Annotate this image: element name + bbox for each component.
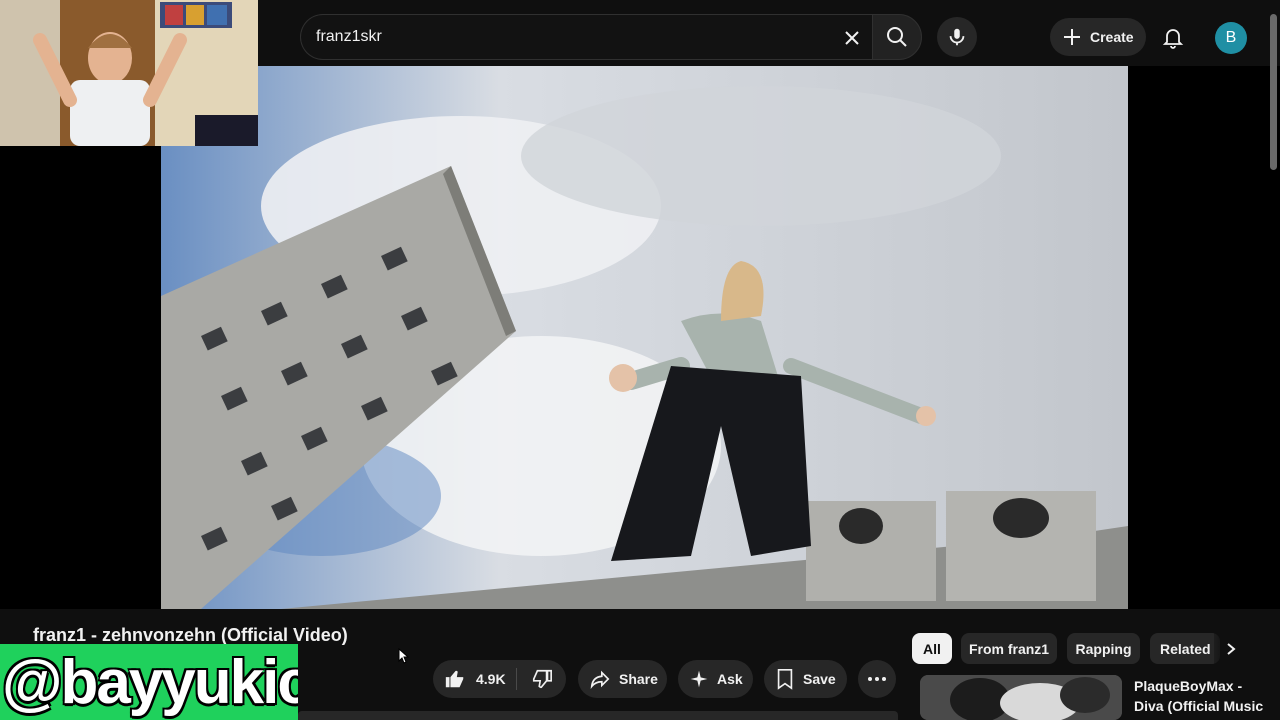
search-input[interactable]: franz1skr: [300, 14, 872, 60]
like-dislike-group: 4.9K: [433, 660, 566, 698]
like-button[interactable]: 4.9K: [433, 660, 516, 698]
ask-button[interactable]: Ask: [678, 660, 753, 698]
more-horizontal-icon: [868, 677, 886, 681]
share-label: Share: [619, 671, 658, 687]
chip-from-channel[interactable]: From franz1: [961, 633, 1057, 664]
more-actions-button[interactable]: [858, 660, 896, 698]
chip-all[interactable]: All: [912, 633, 952, 664]
video-title: franz1 - zehnvonzehn (Official Video): [33, 625, 348, 645]
chip-related[interactable]: Related: [1150, 633, 1220, 664]
page-scrollbar[interactable]: [1270, 14, 1277, 170]
chip-rapping[interactable]: Rapping: [1067, 633, 1140, 664]
mouse-cursor-icon: [398, 648, 410, 664]
dislike-button[interactable]: [517, 660, 566, 698]
recommendation-thumbnail[interactable]: [920, 675, 1122, 720]
description-box-edge: [298, 711, 898, 720]
bell-icon: [1162, 29, 1184, 49]
bookmark-icon: [777, 669, 793, 690]
create-label: Create: [1090, 29, 1134, 45]
voice-search-button[interactable]: [937, 17, 977, 57]
search-icon: [887, 27, 907, 47]
share-button[interactable]: Share: [578, 660, 667, 698]
thumbs-up-icon: [445, 670, 464, 688]
create-button[interactable]: Create: [1050, 18, 1146, 56]
sparkle-icon: [690, 670, 708, 688]
clear-icon: [845, 31, 859, 45]
webcam-overlay: [0, 0, 258, 146]
mic-icon: [949, 28, 965, 46]
video-frame[interactable]: [161, 66, 1128, 609]
recommendation-title[interactable]: PlaqueBoyMax - Diva (Official Music Vide…: [1134, 676, 1264, 720]
plus-icon: [1064, 29, 1080, 45]
video-player[interactable]: [0, 66, 1280, 609]
like-count: 4.9K: [476, 671, 506, 687]
chips-next-button[interactable]: [1214, 633, 1248, 664]
save-label: Save: [803, 671, 836, 687]
ask-label: Ask: [717, 671, 743, 687]
search-query-text: franz1skr: [316, 28, 382, 45]
account-avatar[interactable]: B: [1215, 22, 1247, 54]
thumbs-down-icon: [532, 669, 552, 689]
search-button[interactable]: [872, 14, 922, 60]
share-icon: [590, 670, 610, 690]
clear-search-button[interactable]: [838, 24, 866, 52]
watermark-text: @bayyukich: [2, 648, 298, 717]
streamer-watermark: @bayyukich: [0, 644, 298, 720]
chevron-right-icon: [1227, 642, 1236, 655]
notifications-button[interactable]: [1158, 22, 1188, 52]
save-button[interactable]: Save: [764, 660, 847, 698]
